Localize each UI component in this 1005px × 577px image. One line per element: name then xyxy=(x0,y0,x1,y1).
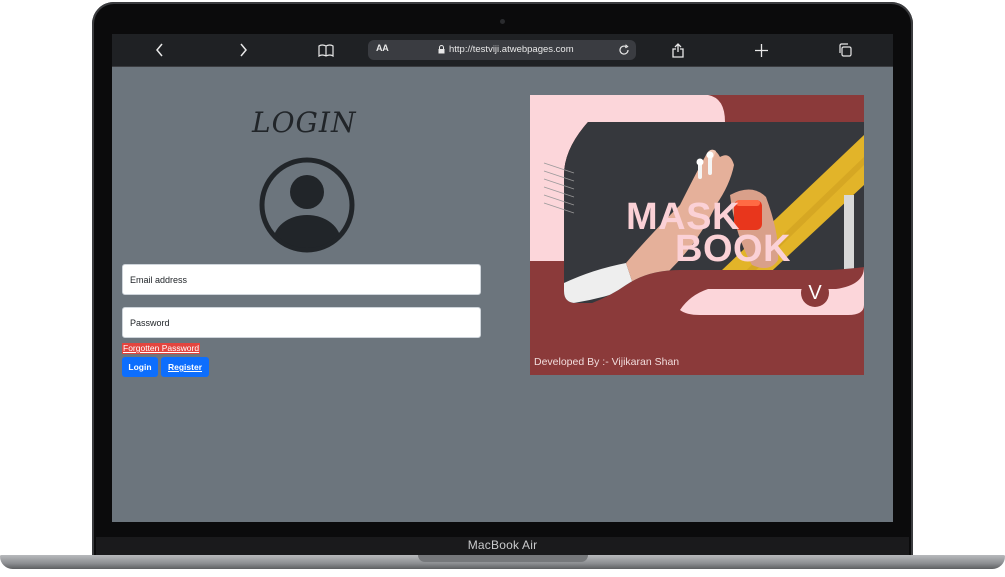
reader-button[interactable]: AA xyxy=(376,43,389,53)
forward-icon[interactable] xyxy=(233,40,253,60)
reload-icon[interactable] xyxy=(618,43,630,61)
user-avatar-icon xyxy=(258,156,356,259)
poster-badge: V xyxy=(808,282,822,304)
tabs-overview-icon[interactable] xyxy=(835,40,855,60)
laptop-frame: AA http://testviji.atwebpages.com LOGIN xyxy=(0,0,1005,577)
lock-icon xyxy=(438,45,445,54)
camera-dot xyxy=(500,19,505,24)
poster-title-book: BOOK xyxy=(675,228,791,270)
maskbook-poster: MASK BOOK V Developed By :- Vijikaran Sh… xyxy=(530,95,864,375)
login-heading: LOGIN xyxy=(252,106,357,139)
device-label: MacBook Air xyxy=(467,538,538,552)
new-tab-icon[interactable] xyxy=(751,40,771,60)
share-icon[interactable] xyxy=(668,40,688,60)
url-text: http://testviji.atwebpages.com xyxy=(449,44,574,55)
login-button[interactable]: Login xyxy=(122,357,158,377)
back-icon[interactable] xyxy=(150,40,170,60)
email-input[interactable] xyxy=(122,264,481,295)
register-button[interactable]: Register xyxy=(161,357,209,377)
developer-credit: Developed By :- Vijikaran Shan xyxy=(534,356,680,368)
browser-window: AA http://testviji.atwebpages.com LOGIN xyxy=(112,34,893,522)
forgot-password-link[interactable]: Forgotten Password xyxy=(122,343,201,354)
bookmarks-icon[interactable] xyxy=(316,40,336,60)
address-bar[interactable]: AA http://testviji.atwebpages.com xyxy=(368,40,636,60)
browser-toolbar: AA http://testviji.atwebpages.com xyxy=(112,34,893,67)
laptop-notch xyxy=(418,555,588,562)
url-display[interactable]: http://testviji.atwebpages.com xyxy=(438,44,574,55)
password-input[interactable] xyxy=(122,307,481,338)
